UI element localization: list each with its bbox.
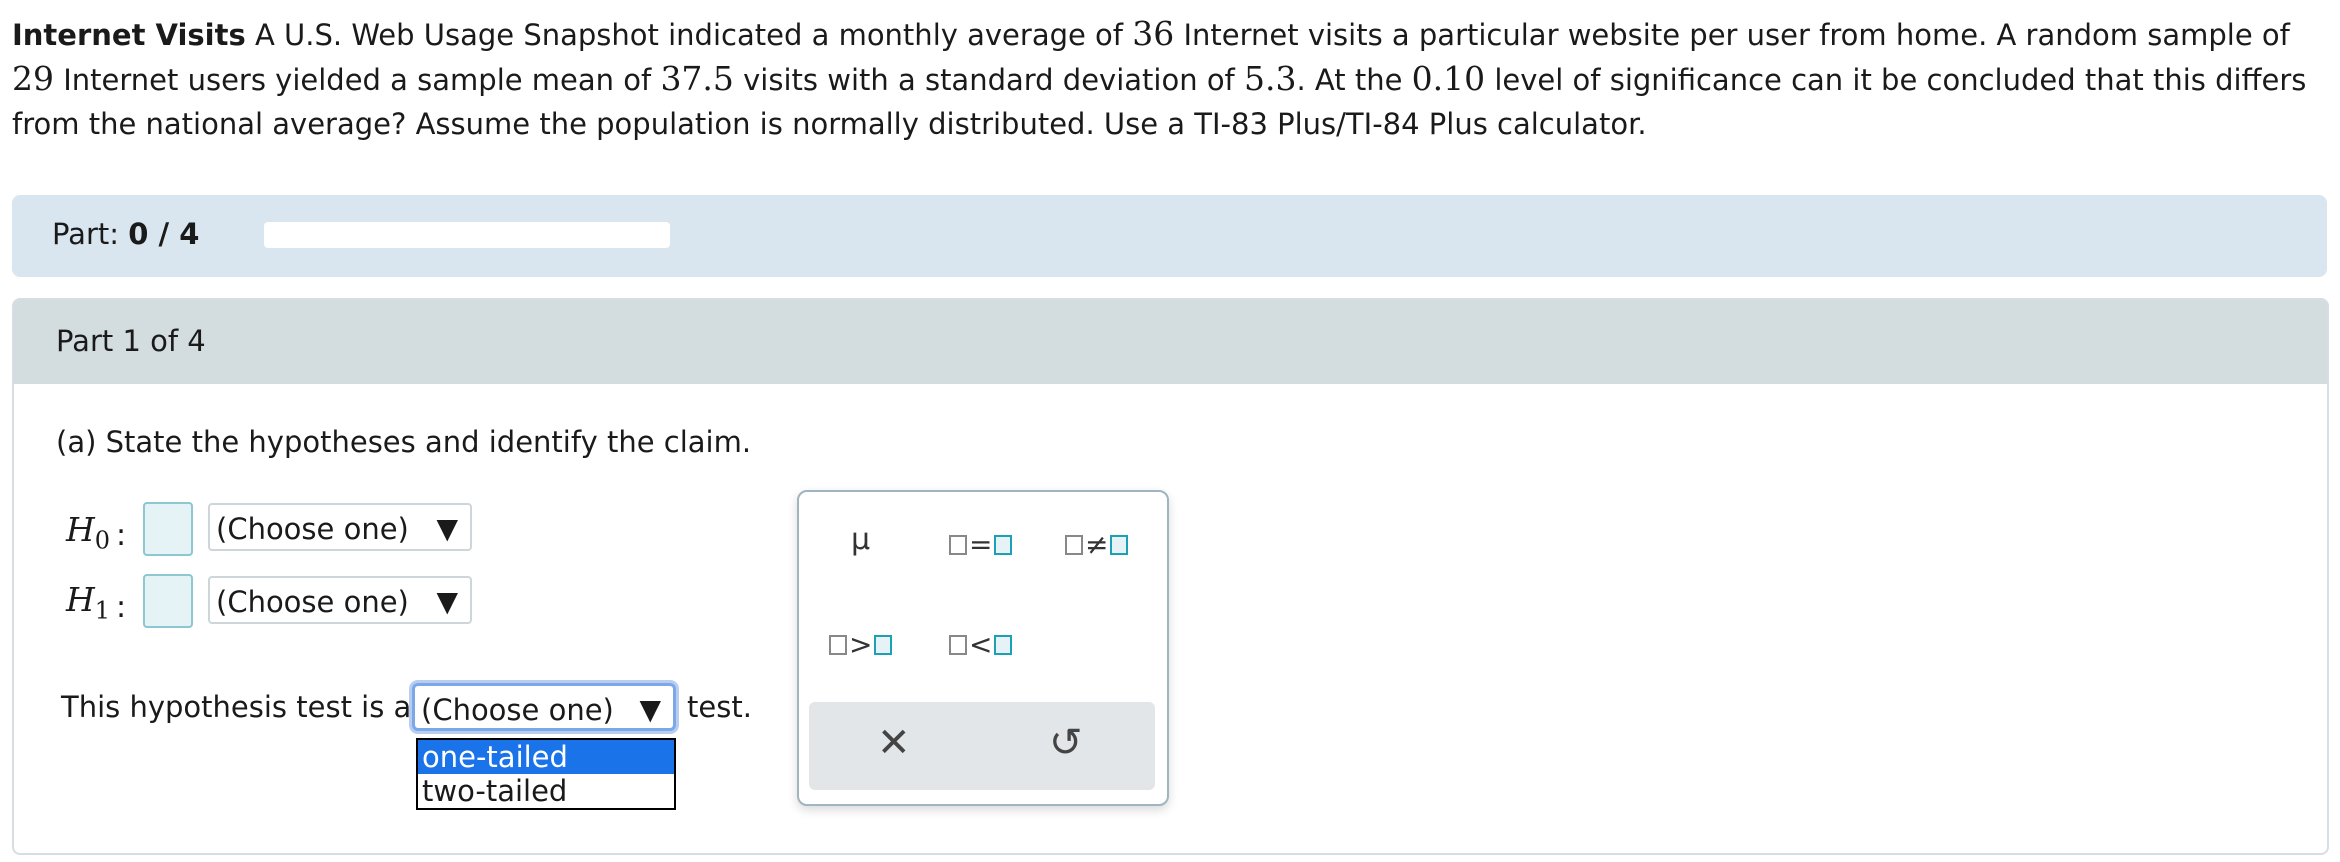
h0-subscript: 0 [94,526,111,555]
test-type-select[interactable]: (Choose one) ▼ [412,683,676,731]
problem-title: Internet Visits [12,18,246,52]
sample-size-value: 29 [12,59,54,98]
std-dev-value: 5.3 [1244,59,1297,98]
h1-symbol: H [66,580,95,619]
placeholder-icon [949,634,967,655]
h0-symbol: H [66,510,95,549]
problem-text: Internet visits a particular website per… [1174,18,2290,52]
not-equal-button[interactable]: ≠ [1065,526,1129,561]
part-card: Part 1 of 4 (a) State the hypotheses and… [12,298,2329,855]
less-than-symbol: < [969,628,993,661]
equals-symbol: = [969,528,993,561]
problem-text: visits with a standard deviation of [733,63,1244,97]
question-text: (a) State the hypotheses and identify th… [56,425,752,459]
clear-icon[interactable]: ✕ [877,720,911,766]
placeholder-icon [994,634,1013,655]
math-symbol-palette: μ = ≠ > < ✕ ↺ [797,490,1169,806]
h0-select[interactable]: (Choose one) ▼ [208,503,472,551]
h0-answer-box[interactable] [143,502,193,556]
equals-button[interactable]: = [949,526,1013,561]
greater-than-symbol: > [849,628,873,661]
placeholder-icon [949,534,967,555]
problem-text: A U.S. Web Usage Snapshot indicated a mo… [245,18,1133,52]
less-than-button[interactable]: < [949,626,1013,661]
problem-statement: Internet Visits A U.S. Web Usage Snapsho… [12,12,2328,146]
h1-select[interactable]: (Choose one) ▼ [208,576,472,624]
part-progress-bar: Part: 0 / 4 [12,195,2327,277]
mu-symbol: μ [851,522,871,557]
placeholder-icon [829,634,847,655]
sample-mean-value: 37.5 [660,59,734,98]
test-type-dropdown: one-tailed two-tailed [416,738,676,810]
h0-colon: : [116,518,127,553]
h1-answer-box[interactable] [143,574,193,628]
mu-button[interactable]: μ [851,522,870,557]
significance-value: 0.10 [1411,59,1486,98]
undo-icon[interactable]: ↺ [1049,720,1083,766]
placeholder-icon [994,534,1013,555]
h1-colon: : [116,590,127,625]
part-header: Part 1 of 4 [14,300,2327,384]
placeholder-icon [1110,534,1129,555]
chevron-down-icon: ▼ [436,585,458,618]
dropdown-option-one-tailed[interactable]: one-tailed [418,740,674,774]
test-type-select-value: (Choose one) [421,693,614,727]
h1-select-value: (Choose one) [216,585,409,619]
part-header-title: Part 1 of 4 [56,324,206,358]
population-mean-value: 36 [1132,14,1175,53]
placeholder-icon [1065,534,1083,555]
greater-than-button[interactable]: > [829,626,893,661]
palette-footer: ✕ ↺ [809,702,1155,790]
part-progress-value: 0 / 4 [128,217,200,251]
not-equal-symbol: ≠ [1085,528,1109,561]
problem-text: . At the [1296,63,1412,97]
dropdown-option-two-tailed[interactable]: two-tailed [418,774,674,808]
test-sentence-suffix: test. [687,690,752,724]
h1-subscript: 1 [94,596,111,625]
part-progress-label: Part: 0 / 4 [52,217,199,251]
part-label-text: Part: [52,217,129,251]
chevron-down-icon: ▼ [639,693,661,726]
progress-track [264,222,670,248]
chevron-down-icon: ▼ [436,512,458,545]
problem-text: Internet users yielded a sample mean of [54,63,661,97]
test-sentence-prefix: This hypothesis test is a [61,690,412,724]
h0-select-value: (Choose one) [216,512,409,546]
h0-label: H0 [66,510,110,555]
placeholder-icon [874,634,893,655]
h1-label: H1 [66,580,110,625]
